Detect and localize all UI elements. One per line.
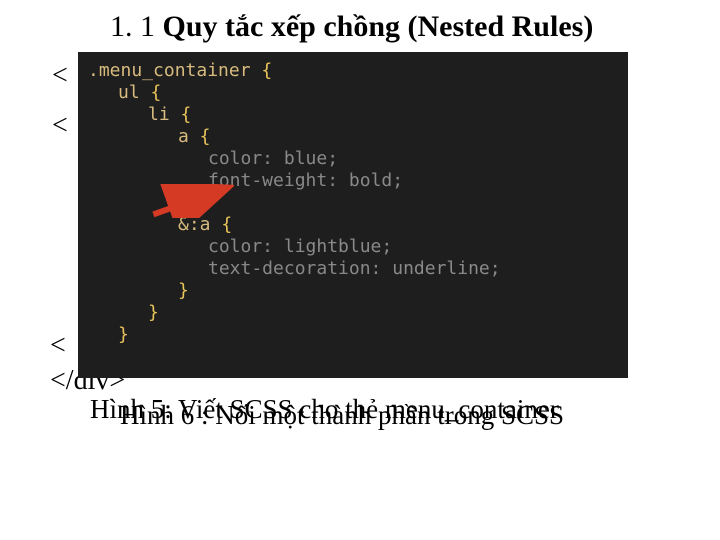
code-line: color: blue; <box>208 148 618 170</box>
code-line: .menu_container { <box>88 60 618 82</box>
code-line: } <box>118 324 618 346</box>
page: 1. 1 Quy tắc xếp chồng (Nested Rules) < … <box>0 0 720 540</box>
figure-caption-6: Hình 6 : Nối một thành phần trong SCSS <box>120 400 564 431</box>
code-line: } <box>148 302 618 324</box>
heading-text: Quy tắc xếp chồng (Nested Rules) <box>163 10 594 43</box>
code-line: ul { <box>118 82 618 104</box>
background-code-fragment: < <box>50 330 66 362</box>
code-line: } <box>178 192 618 214</box>
section-heading: 1. 1 Quy tắc xếp chồng (Nested Rules) <box>110 10 593 44</box>
code-line: color: lightblue; <box>208 236 618 258</box>
code-line: &:a { <box>178 214 618 236</box>
code-line: font-weight: bold; <box>208 170 618 192</box>
code-line: a { <box>178 126 618 148</box>
code-line: text-decoration: underline; <box>208 258 618 280</box>
code-line: li { <box>148 104 618 126</box>
background-code-fragment: < <box>52 110 68 142</box>
code-line: } <box>178 280 618 302</box>
heading-number: 1. 1 <box>110 10 163 43</box>
background-code-fragment: < <box>52 60 68 92</box>
code-editor-overlay: .menu_container { ul { li { a { color: b… <box>78 52 628 378</box>
figure-captions: Hình 5: Viết SCSS cho thẻ menu_container… <box>90 394 670 434</box>
